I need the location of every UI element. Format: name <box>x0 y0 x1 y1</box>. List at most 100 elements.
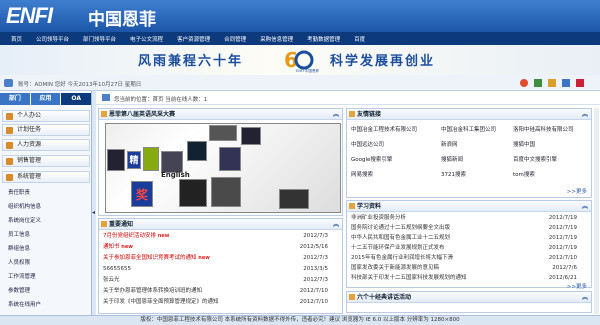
photo <box>143 147 159 171</box>
nav-home[interactable]: 首页 <box>4 35 29 43</box>
user-info: 账号：ADMIN 您好 今天2013年10月27日 星期日 <box>18 82 142 88</box>
folder-icon <box>6 142 13 149</box>
links-panel: 友情链接 ︽ 中国冶金工程技术有限公司 中国冶金科工集团公司 洛阳中硅高科技有限公… <box>346 108 592 198</box>
collapse-icon[interactable]: ︽ <box>333 109 339 120</box>
folder-icon <box>6 158 13 165</box>
photo <box>187 141 207 161</box>
panel-header: 恩菲第八届英语风采大赛 ︽ <box>99 109 342 120</box>
submenu-employees[interactable]: 员工信息 <box>8 230 30 238</box>
breadcrumb: 您当前的位置：首页 当前在线人数：1 <box>114 97 208 103</box>
logout-icon[interactable] <box>576 79 584 87</box>
notice-row[interactable]: 关于参加恩菲全国知识竞赛考试的通知 new 2012/7/3 <box>99 253 342 264</box>
nav-procurement[interactable]: 采购信息管理 <box>253 35 300 43</box>
nav-e-documents[interactable]: 电子公文流程 <box>123 35 170 43</box>
submenu-online-users[interactable]: 系统在线用户 <box>8 300 41 308</box>
link-item[interactable]: 中国远达公司 <box>351 140 384 148</box>
link-item[interactable]: 洛阳中硅高科技有限公司 <box>513 125 574 133</box>
photo <box>219 147 241 171</box>
study-panel: 学习资料 ︽ 非洲矿业投资服务分析 2012/7/19 国务院讨论通过十二五规划纲要… <box>346 200 592 290</box>
help-icon[interactable] <box>562 79 570 87</box>
anniversary-badge-text: ENFI 中国恩菲 <box>296 68 319 73</box>
more-link[interactable]: >>更多 <box>567 282 587 290</box>
nav-contracts[interactable]: 合同管理 <box>217 35 253 43</box>
submenu-permissions[interactable]: 人员权限 <box>8 258 30 266</box>
panel-header: 重要通知 ︽ <box>99 219 342 230</box>
submenu-org-info[interactable]: 组织机构信息 <box>8 202 41 210</box>
collapse-icon[interactable]: ︽ <box>582 109 588 120</box>
link-item[interactable]: 新浪网 <box>441 140 458 148</box>
home-icon[interactable] <box>520 79 528 87</box>
submenu-parameters[interactable]: 参数管理 <box>8 286 30 294</box>
refresh-icon[interactable] <box>534 79 542 87</box>
submenu-positions[interactable]: 系统岗位定义 <box>8 216 41 224</box>
notice-row[interactable]: 7月份党组织活动安排 new 2012/7/3 <box>99 231 342 242</box>
submenu-groups[interactable]: 群组信息 <box>8 244 30 252</box>
english-contest-panel: 恩菲第八届英语风采大赛 ︽ 精 奖 English <box>98 108 343 216</box>
link-item[interactable]: Google搜索引擎 <box>351 155 392 163</box>
link-item[interactable]: tom搜索 <box>513 170 535 178</box>
poster-text: 精 <box>127 151 141 169</box>
user-icon <box>4 79 13 87</box>
panel-icon <box>349 294 355 300</box>
tab-department[interactable]: 部门 <box>0 93 30 105</box>
notice-row[interactable]: 张云光 2012/7/3 <box>99 275 342 286</box>
anniversary-logo-icon: 6 ENFI 中国恩菲 <box>284 48 319 73</box>
notice-row[interactable]: 通知书 new 2012/5/16 <box>99 242 342 253</box>
collapse-icon[interactable]: ︽ <box>582 201 588 212</box>
menu-sales[interactable]: 销售管理 <box>2 155 90 167</box>
poster-caption: English <box>161 171 190 179</box>
scrollbar[interactable] <box>594 108 599 314</box>
nav-company-leaders[interactable]: 公司领导平台 <box>29 35 76 43</box>
banner-slogan-left: 风雨兼程六十年 <box>138 54 244 69</box>
panel-icon <box>101 111 107 117</box>
sidebar-tabs: 部门 应用 OA <box>0 93 92 105</box>
tab-oa[interactable]: OA <box>61 93 92 105</box>
panel-header: 友情链接 ︽ <box>347 109 591 120</box>
sidebar-splitter[interactable]: ◂ <box>92 91 96 325</box>
panel-icon <box>349 203 355 209</box>
link-item[interactable]: 百度中文搜索引擎 <box>513 155 557 163</box>
submenu-workflow[interactable]: 工作流管理 <box>8 272 36 280</box>
status-bar: 版权：中国恩菲工程技术有限公司 本系统所有资料数据不得外传，违者必究！建议 浏览… <box>0 315 600 325</box>
tab-application[interactable]: 应用 <box>30 93 61 105</box>
notice-row[interactable]: 56655655 2013/3/5 <box>99 264 342 275</box>
photo <box>211 177 241 207</box>
main-nav: 首页 公司领导平台 部门领导平台 电子公文流程 客户资源管理 合同管理 采购信息… <box>0 32 600 45</box>
photo <box>241 127 261 145</box>
panel-icon <box>101 221 107 227</box>
menu-system[interactable]: 系统管理 <box>2 171 90 183</box>
link-item[interactable]: 网易搜索 <box>351 170 373 178</box>
notice-row[interactable]: 关于举办恩菲管理体系转换培训班的通知 2012/7/10 <box>99 286 342 297</box>
link-item[interactable]: 3721搜索 <box>441 170 466 178</box>
notice-row[interactable]: 关于印发《中国恩菲全面预算管理规定》的通知 2012/7/10 <box>99 297 342 308</box>
link-item[interactable]: 搜狐新闻 <box>441 155 463 163</box>
nav-baidu[interactable]: 百度 <box>347 35 372 43</box>
submenu-duties[interactable]: 责任职责 <box>8 188 30 196</box>
link-item[interactable]: 搜狐中国 <box>513 140 535 148</box>
more-link[interactable]: >>更多 <box>567 187 587 195</box>
menu-hr[interactable]: 人力资源 <box>2 139 90 151</box>
logo-chinese: 中国恩菲 <box>88 10 156 30</box>
nav-customers[interactable]: 客户资源管理 <box>170 35 217 43</box>
nav-attendance[interactable]: 考勤数据管理 <box>300 35 347 43</box>
mail-icon[interactable] <box>548 79 556 87</box>
panel-icon <box>349 111 355 117</box>
link-item[interactable]: 中国冶金科工集团公司 <box>441 125 496 133</box>
new-badge: new <box>198 255 210 261</box>
panel-header: 学习资料 ︽ <box>347 201 591 212</box>
menu-plan-tasks[interactable]: 计划任务 <box>2 124 90 136</box>
photo <box>209 125 237 141</box>
link-item[interactable]: 中国冶金工程技术有限公司 <box>351 125 417 133</box>
collapse-icon[interactable]: ︽ <box>333 219 339 230</box>
photo <box>279 189 309 209</box>
folder-icon <box>6 113 13 120</box>
study-row[interactable]: 科技部关于印发十二五国家科技发展规划的通知 2012/6/21 <box>347 273 591 284</box>
notice-panel: 重要通知 ︽ 7月份党组织活动安排 new 2012/7/3 通知书 new 2012… <box>98 218 343 314</box>
collapse-icon[interactable]: ︽ <box>582 292 588 303</box>
menu-personal-office[interactable]: 个人办公 <box>2 110 90 122</box>
photo <box>179 179 207 207</box>
banner-slogan-right: 科学发展再创业 <box>330 54 436 69</box>
poster-text: 奖 <box>131 181 153 207</box>
speech-panel: 六个十经典讲话活动 ︽ <box>346 291 592 313</box>
nav-dept-leaders[interactable]: 部门领导平台 <box>76 35 123 43</box>
